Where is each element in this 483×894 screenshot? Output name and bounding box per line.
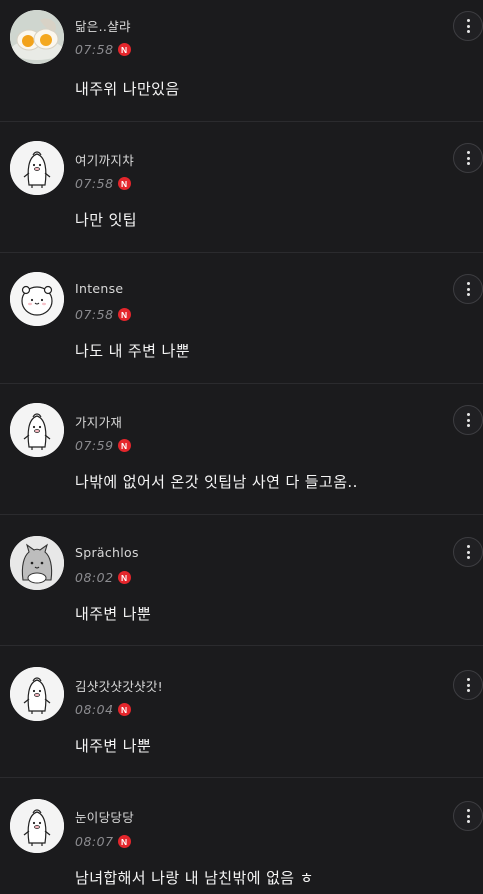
comment-item: Intense 07:58 N 나도 내 주변 나뿐 (0, 253, 483, 384)
comment-text: 남녀합해서 나랑 내 남친밖에 없음 ㅎ (75, 869, 314, 887)
new-badge: N (117, 43, 131, 56)
comment-author[interactable]: 눈이당당당 (75, 807, 134, 826)
more-vertical-icon[interactable] (453, 405, 483, 435)
egg-avatar[interactable] (10, 10, 64, 64)
comment-text: 내주변 나뿐 (75, 737, 152, 755)
comment-item: 여기까지챠 07:58 N 나만 잇팁 (0, 122, 483, 253)
comment-text: 내주변 나뿐 (75, 605, 152, 623)
comment-meta: 07:59 N (75, 438, 131, 453)
comment-time: 07:58 (75, 176, 114, 191)
comment-time: 08:07 (75, 834, 114, 849)
cat-avatar[interactable] (10, 536, 64, 590)
penguin-avatar[interactable] (10, 403, 64, 457)
penguin-avatar[interactable] (10, 799, 64, 853)
new-badge: N (117, 571, 131, 584)
new-badge: N (117, 439, 131, 452)
comment-time: 07:58 (75, 307, 114, 322)
comment-author[interactable]: 여기까지챠 (75, 150, 134, 169)
comment-meta: 08:02 N (75, 570, 131, 585)
comment-author[interactable]: 닮은..샬랴 (75, 16, 131, 35)
comment-list: 닮은..샬랴 07:58 N 내주위 나만있음 여기까지챠 07:58 N 나만… (0, 0, 483, 894)
new-badge: N (117, 308, 131, 321)
more-vertical-icon[interactable] (453, 801, 483, 831)
comment-item: 눈이당당당 08:07 N 남녀합해서 나랑 내 남친밖에 없음 ㅎ (0, 778, 483, 894)
comment-text: 내주위 나만있음 (75, 80, 180, 98)
comment-time: 08:04 (75, 702, 114, 717)
bear-avatar[interactable] (10, 272, 64, 326)
comment-author[interactable]: 김샷갓샷갓샷갓! (75, 676, 163, 695)
more-vertical-icon[interactable] (453, 274, 483, 304)
new-badge: N (117, 177, 131, 190)
comment-time: 07:58 (75, 42, 114, 57)
more-vertical-icon[interactable] (453, 143, 483, 173)
penguin-avatar[interactable] (10, 141, 64, 195)
more-vertical-icon[interactable] (453, 11, 483, 41)
new-badge: N (117, 835, 131, 848)
comment-text: 나만 잇팁 (75, 211, 137, 229)
more-vertical-icon[interactable] (453, 670, 483, 700)
comment-meta: 07:58 N (75, 42, 131, 57)
comment-item: 닮은..샬랴 07:58 N 내주위 나만있음 (0, 0, 483, 122)
comment-meta: 08:04 N (75, 702, 131, 717)
comment-time: 07:59 (75, 438, 114, 453)
comment-author[interactable]: Sprächlos (75, 545, 139, 560)
comment-author[interactable]: 가지가재 (75, 412, 122, 431)
comment-meta: 07:58 N (75, 176, 131, 191)
comment-item: Sprächlos 08:02 N 내주변 나뿐 (0, 515, 483, 646)
comment-time: 08:02 (75, 570, 114, 585)
comment-text: 나밖에 없어서 온갓 잇팁남 사연 다 들고옴.. (75, 473, 358, 491)
penguin-avatar[interactable] (10, 667, 64, 721)
comment-item: 김샷갓샷갓샷갓! 08:04 N 내주변 나뿐 (0, 646, 483, 778)
comment-meta: 07:58 N (75, 307, 131, 322)
more-vertical-icon[interactable] (453, 537, 483, 567)
comment-meta: 08:07 N (75, 834, 131, 849)
comment-author[interactable]: Intense (75, 281, 123, 296)
comment-item: 가지가재 07:59 N 나밖에 없어서 온갓 잇팁남 사연 다 들고옴.. (0, 384, 483, 515)
comment-text: 나도 내 주변 나뿐 (75, 342, 190, 360)
new-badge: N (117, 703, 131, 716)
